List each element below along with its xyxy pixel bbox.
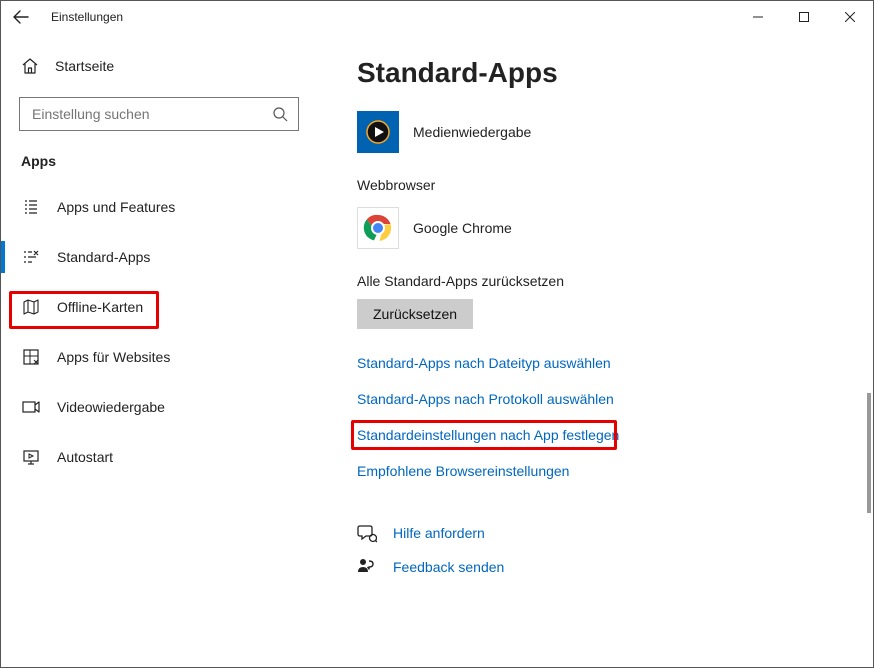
reset-button[interactable]: Zurücksetzen (357, 299, 473, 329)
title-bar: Einstellungen (1, 1, 873, 33)
close-button[interactable] (827, 1, 873, 33)
get-help-label: Hilfe anfordern (393, 525, 485, 541)
search-icon (272, 106, 288, 122)
home-link[interactable]: Startseite (21, 57, 313, 75)
close-icon (845, 12, 855, 22)
apps-features-icon (21, 197, 41, 217)
media-player-tile (357, 111, 399, 153)
startup-icon (21, 447, 41, 467)
sidebar-item-label: Offline-Karten (57, 299, 143, 315)
sidebar-item-offline-maps[interactable]: Offline-Karten (19, 287, 313, 327)
home-label: Startseite (55, 58, 114, 74)
sidebar-section-header: Apps (21, 153, 313, 169)
settings-window: Einstellungen Startseite (0, 0, 874, 668)
sidebar: Startseite Apps Apps und Features St (1, 33, 321, 667)
arrow-left-icon (13, 9, 29, 25)
content-area: Standard-Apps Medienwiedergabe Webbrowse… (321, 33, 873, 667)
video-playback-icon (21, 397, 41, 417)
window-body: Startseite Apps Apps und Features St (1, 33, 873, 667)
scrollbar-thumb[interactable] (867, 393, 871, 513)
window-title: Einstellungen (51, 10, 123, 24)
feedback-row[interactable]: Feedback senden (357, 557, 853, 577)
sidebar-item-label: Apps für Websites (57, 349, 170, 365)
link-browser-recommended[interactable]: Empfohlene Browsereinstellungen (357, 463, 853, 479)
page-title: Standard-Apps (357, 57, 853, 89)
title-bar-left: Einstellungen (9, 5, 123, 29)
link-protocol-defaults[interactable]: Standard-Apps nach Protokoll auswählen (357, 391, 853, 407)
browser-label: Google Chrome (413, 220, 512, 236)
link-app-defaults[interactable]: Standardeinstellungen nach App festlegen (357, 427, 853, 443)
home-icon (21, 57, 39, 75)
minimize-button[interactable] (735, 1, 781, 33)
sidebar-item-label: Apps und Features (57, 199, 175, 215)
get-help-icon (357, 523, 377, 543)
back-button[interactable] (9, 5, 33, 29)
browser-row[interactable]: Google Chrome (357, 207, 853, 249)
link-filetype-defaults[interactable]: Standard-Apps nach Dateityp auswählen (357, 355, 853, 371)
maximize-icon (799, 12, 809, 22)
sidebar-item-apps-features[interactable]: Apps und Features (19, 187, 313, 227)
links-block: Standard-Apps nach Dateityp auswählen St… (357, 355, 853, 479)
media-player-row[interactable]: Medienwiedergabe (357, 111, 853, 153)
maximize-button[interactable] (781, 1, 827, 33)
media-play-icon (364, 118, 392, 146)
webbrowser-header: Webbrowser (357, 177, 853, 193)
window-controls (735, 1, 873, 33)
reset-header: Alle Standard-Apps zurücksetzen (357, 273, 853, 289)
sidebar-item-apps-websites[interactable]: Apps für Websites (19, 337, 313, 377)
search-input[interactable] (30, 105, 260, 123)
sidebar-item-label: Videowiedergabe (57, 399, 165, 415)
sidebar-item-default-apps[interactable]: Standard-Apps (19, 237, 313, 277)
chrome-icon (363, 213, 393, 243)
default-apps-icon (21, 247, 41, 267)
media-player-label: Medienwiedergabe (413, 124, 531, 140)
feedback-label: Feedback senden (393, 559, 504, 575)
search-box[interactable] (19, 97, 299, 131)
offline-maps-icon (21, 297, 41, 317)
apps-websites-icon (21, 347, 41, 367)
minimize-icon (753, 12, 763, 22)
sidebar-item-startup[interactable]: Autostart (19, 437, 313, 477)
sidebar-item-video-playback[interactable]: Videowiedergabe (19, 387, 313, 427)
feedback-icon (357, 557, 377, 577)
sidebar-item-label: Autostart (57, 449, 113, 465)
browser-tile (357, 207, 399, 249)
sidebar-item-label: Standard-Apps (57, 249, 150, 265)
help-block: Hilfe anfordern Feedback senden (357, 523, 853, 577)
get-help-row[interactable]: Hilfe anfordern (357, 523, 853, 543)
